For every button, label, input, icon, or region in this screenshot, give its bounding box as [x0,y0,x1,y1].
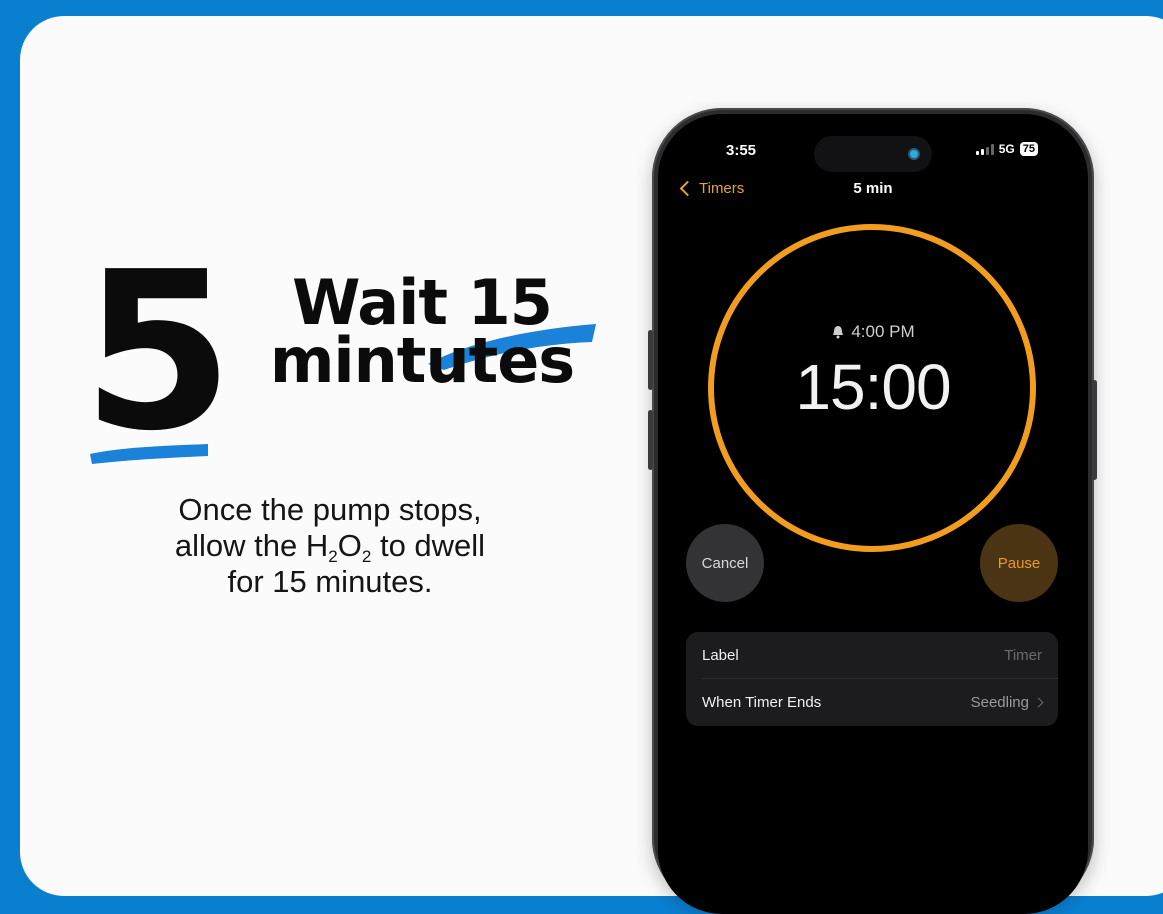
chevron-right-icon [1033,697,1044,707]
network-label: 5G [998,142,1015,156]
settings-row-label[interactable]: Label Timer [702,632,1042,678]
cellular-signal-icon [975,143,994,155]
settings-row-value: Seedling [971,694,1044,711]
timer-settings: Label Timer When Timer Ends Seedling [686,632,1058,726]
title-line-2: mintutes [269,324,575,397]
dynamic-island [814,136,932,172]
camera-indicator-icon [908,148,920,160]
step-title: Wait 15 mintutes [232,272,612,397]
battery-icon: 75 [1019,142,1038,156]
nav-title: 5 min [853,180,893,197]
status-time: 3:55 [726,142,757,159]
settings-row-when-timer-ends[interactable]: When Timer Ends Seedling [702,679,1044,725]
phone-side-button [1092,380,1097,480]
cancel-button[interactable]: Cancel [686,524,764,602]
bell-icon [833,326,844,339]
brush-underline-icon [90,444,208,464]
countdown-display: 15:00 [795,351,951,423]
pause-button[interactable]: Pause [980,524,1058,602]
settings-row-title: Label [702,646,739,664]
alarm-time-label: 4:00 PM [851,322,915,341]
step-number: 5 [82,226,234,479]
settings-row-value: Timer [1004,646,1042,664]
phone-volume-button [648,410,653,470]
phone-volume-button [648,330,653,390]
status-bar-right: 5G 75 [975,142,1038,156]
settings-row-title: When Timer Ends [702,693,822,711]
step-description: Once the pump stops, allow the H2O2 to d… [174,492,486,599]
alarm-time: 4:00 PM [658,322,1088,342]
phone-screen: 3:55 5G 75 Timers 5 min 4:00 PM 15:00 Ca… [658,114,1088,914]
